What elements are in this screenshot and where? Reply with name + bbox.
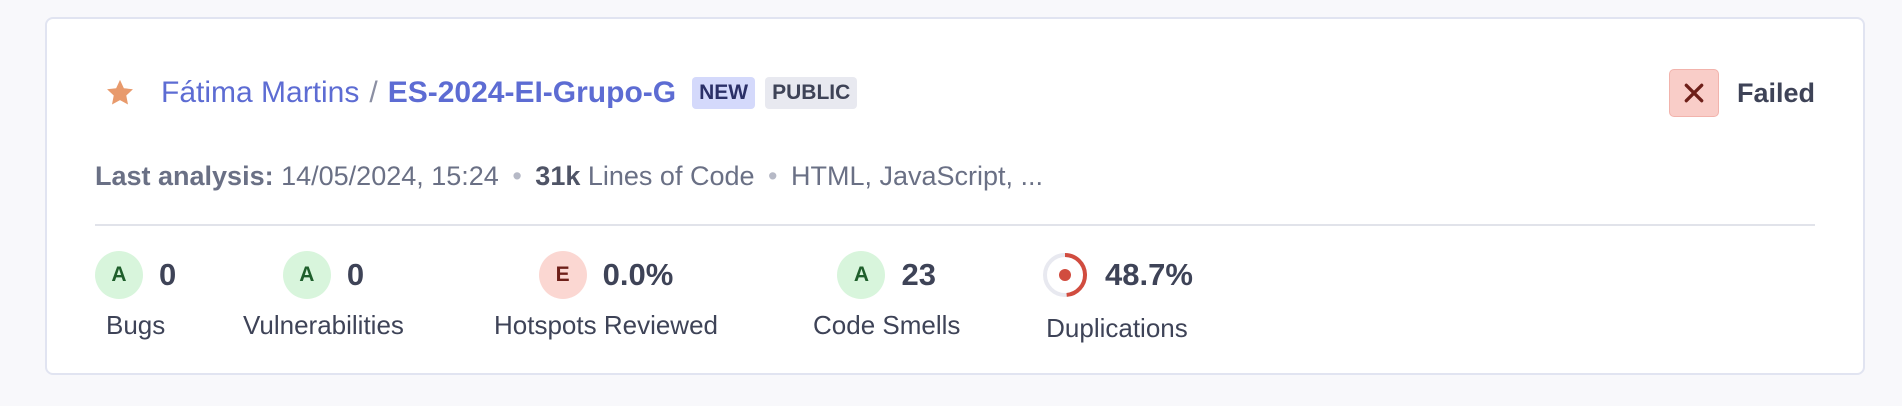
measure-label: Vulnerabilities [243,310,404,340]
new-badge: NEW [692,77,756,109]
last-analysis-value: 14/05/2024, 15:24 [281,161,499,191]
meta-separator: • [512,161,522,191]
meta-separator: • [768,161,778,191]
project-name-link[interactable]: ES-2024-EI-Grupo-G [388,76,676,110]
quality-gate-status[interactable]: Failed [1668,69,1815,117]
measure-value[interactable]: 0 [347,257,364,293]
languages: HTML, JavaScript, ... [790,161,1044,191]
measure-label: Bugs [105,310,166,340]
project-header: Fátima Martins / ES-2024-EI-Grupo-G NEW … [103,73,858,113]
public-badge: PUBLIC [765,77,858,109]
divider [95,224,1815,226]
measure-vulnerabilities[interactable]: A 0 Vulnerabilities [243,251,404,341]
measure-label: Hotspots Reviewed [494,310,718,340]
measure-hotspots-reviewed[interactable]: E 0.0% Hotspots Reviewed [494,251,718,341]
project-owner-link[interactable]: Fátima Martins [161,76,359,110]
rating-badge: E [538,251,587,299]
measure-value[interactable]: 0 [159,257,176,293]
quality-gate-label: Failed [1736,77,1815,108]
star-icon[interactable] [103,76,137,110]
measure-value[interactable]: 23 [901,257,935,293]
lines-of-code-label: Lines of Code [587,161,755,191]
measure-code-smells[interactable]: A 23 Code Smells [813,251,960,341]
measure-duplications[interactable]: 48.7% Duplications [1041,251,1193,344]
lines-of-code-value: 31k [535,161,581,191]
measure-label: Code Smells [813,310,961,340]
breadcrumb-separator: / [369,76,378,109]
measure-value[interactable]: 48.7% [1105,257,1193,293]
analysis-meta: Last analysis: 14/05/2024, 15:24 • 31k L… [95,161,1043,192]
measure-bugs[interactable]: A 0 Bugs [95,251,176,341]
failed-icon [1668,69,1719,117]
measure-label: Duplications [1046,313,1188,343]
rating-badge: A [282,251,331,299]
last-analysis-label: Last analysis: [95,161,274,191]
measure-value[interactable]: 0.0% [603,257,674,293]
rating-badge: A [837,251,886,299]
project-card: Fátima Martins / ES-2024-EI-Grupo-G NEW … [45,17,1865,375]
duplications-donut-icon [1043,253,1087,297]
rating-badge: A [95,251,143,299]
